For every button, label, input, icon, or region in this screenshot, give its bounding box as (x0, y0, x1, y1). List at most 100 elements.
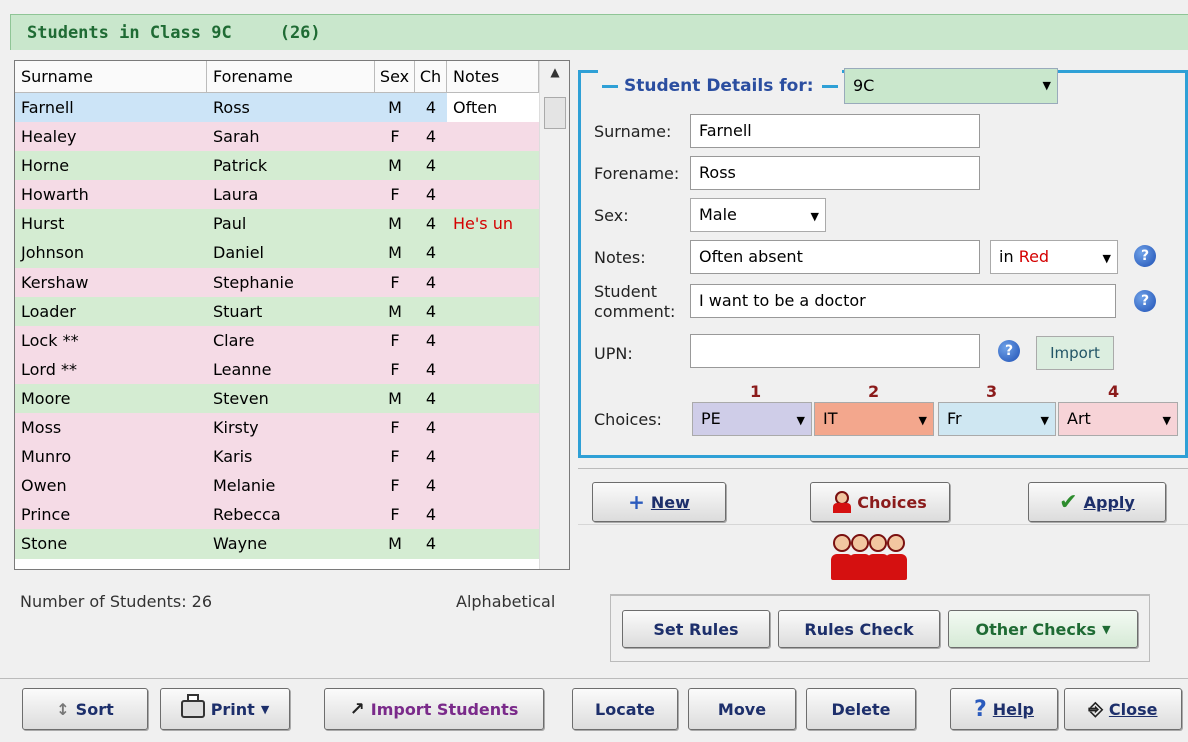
rules-check-label: Rules Check (804, 619, 914, 639)
forename-cell: Paul (213, 214, 247, 234)
chevron-down-icon: ▼ (260, 702, 270, 716)
sex-cell: M (388, 156, 402, 176)
other-checks-button[interactable]: Other Checks ▼ (948, 610, 1138, 648)
choices-button[interactable]: Choices (810, 482, 950, 522)
ch-cell: 4 (425, 301, 437, 321)
table-row[interactable]: Howarth Laura F 4 (15, 180, 539, 210)
move-button[interactable]: Move (688, 688, 796, 730)
choice-2-select[interactable]: IT ▼ (814, 402, 934, 436)
surname-cell: Moss (21, 418, 62, 438)
forename-label: Forename: (594, 164, 680, 183)
sex-label: Sex: (594, 206, 629, 225)
table-row[interactable]: Lock ** Clare F 4 (15, 325, 539, 355)
chevron-down-icon: ▼ (918, 414, 927, 427)
students-group-icon (831, 532, 908, 584)
surname-cell: Stone (21, 534, 68, 554)
choice-number-2: 2 (868, 382, 880, 401)
ch-cell: 4 (425, 272, 437, 292)
table-row[interactable]: Owen Melanie F 4 (15, 471, 539, 501)
upn-help-icon[interactable]: ? (998, 340, 1020, 362)
sort-button[interactable]: ↕ Sort (22, 688, 148, 730)
table-row[interactable]: Moss Kirsty F 4 (15, 413, 539, 443)
class-select[interactable]: 9C ▼ (844, 68, 1058, 104)
ch-cell: 4 (425, 243, 437, 263)
forename-cell: Stuart (213, 301, 263, 321)
locate-button[interactable]: Locate (572, 688, 678, 730)
notes-cell: He's un (453, 214, 513, 234)
choice-3-value: Fr (947, 409, 962, 428)
surname-cell: Hurst (21, 214, 65, 234)
table-row[interactable]: Hurst Paul M 4 He's un (15, 209, 539, 239)
table-row[interactable]: Moore Steven M 4 (15, 383, 539, 414)
print-button[interactable]: Print ▼ (160, 688, 290, 730)
list-scrollbar[interactable]: ▲ (539, 61, 569, 569)
table-row[interactable]: Munro Karis F 4 (15, 442, 539, 472)
notes-field[interactable]: Often absent (690, 240, 980, 274)
notes-help-icon[interactable]: ? (1134, 245, 1156, 267)
column-header-notes[interactable]: Notes (447, 61, 539, 92)
table-row[interactable]: Kershaw Stephanie F 4 (15, 267, 539, 297)
notes-cell (447, 442, 539, 471)
choice-1-select[interactable]: PE ▼ (692, 402, 812, 436)
surname-cell: Johnson (21, 243, 85, 263)
table-row[interactable]: Prince Rebecca F 4 (15, 500, 539, 530)
forename-cell: Steven (213, 388, 269, 408)
close-button-label: Close (1108, 699, 1158, 719)
sex-cell: F (390, 272, 400, 292)
notes-cell (447, 384, 539, 413)
delete-button[interactable]: Delete (806, 688, 916, 730)
chevron-down-icon: ▼ (1102, 252, 1111, 265)
column-header-sex[interactable]: Sex (375, 61, 415, 92)
surname-field[interactable]: Farnell (690, 114, 980, 148)
table-row[interactable]: Loader Stuart M 4 (15, 296, 539, 326)
notes-cell (447, 529, 539, 558)
ch-cell: 4 (425, 505, 437, 525)
close-button[interactable]: ⎆ Close (1064, 688, 1182, 730)
question-mark-icon: ? (974, 696, 987, 722)
new-button[interactable]: + New (592, 482, 726, 522)
comment-help-icon[interactable]: ? (1134, 290, 1156, 312)
notes-cell (447, 326, 539, 355)
sex-select[interactable]: Male ▼ (690, 198, 826, 232)
forename-cell: Melanie (213, 476, 276, 496)
table-row[interactable]: Healey Sarah F 4 (15, 122, 539, 152)
student-list-header: Surname Forename Sex Ch Notes (15, 61, 539, 93)
choice-number-4: 4 (1108, 382, 1120, 401)
chevron-down-icon: ▼ (796, 414, 805, 427)
choice-2-value: IT (823, 409, 838, 428)
apply-button[interactable]: ✔ Apply (1028, 482, 1166, 522)
upn-field[interactable] (690, 334, 980, 368)
column-header-surname[interactable]: Surname (15, 61, 207, 92)
chevron-down-icon: ▼ (1162, 414, 1171, 427)
import-upn-button[interactable]: Import (1036, 336, 1114, 370)
printer-icon (180, 694, 205, 718)
scroll-up-icon[interactable]: ▲ (540, 65, 569, 79)
sex-cell: F (390, 127, 400, 147)
table-row[interactable]: Stone Wayne M 4 (15, 529, 539, 559)
chevron-down-icon: ▼ (1042, 79, 1051, 92)
ch-cell: 4 (425, 388, 437, 408)
table-row[interactable]: Johnson Daniel M 4 (15, 238, 539, 268)
choice-4-select[interactable]: Art ▼ (1058, 402, 1178, 436)
forename-cell: Ross (213, 98, 250, 117)
plus-icon: + (628, 490, 645, 514)
notes-color-select[interactable]: in Red ▼ (990, 240, 1118, 274)
table-row[interactable]: Horne Patrick M 4 (15, 151, 539, 181)
column-header-forename[interactable]: Forename (207, 61, 375, 92)
notes-cell: Often (447, 93, 539, 123)
choice-4-value: Art (1067, 409, 1091, 428)
set-rules-button[interactable]: Set Rules (622, 610, 770, 648)
import-students-button[interactable]: ↗ Import Students (324, 688, 544, 730)
scroll-thumb[interactable] (544, 97, 566, 129)
student-comment-field[interactable]: I want to be a doctor (690, 284, 1116, 318)
chevron-down-icon: ▼ (810, 210, 819, 223)
forename-field[interactable]: Ross (690, 156, 980, 190)
table-row[interactable]: Farnell Ross M 4 Often (15, 93, 539, 123)
table-row[interactable]: Lord ** Leanne F 4 (15, 354, 539, 384)
choice-3-select[interactable]: Fr ▼ (938, 402, 1056, 436)
help-button[interactable]: ? Help (950, 688, 1058, 730)
student-list[interactable]: Surname Forename Sex Ch Notes Farnell Ros… (14, 60, 570, 570)
column-header-ch[interactable]: Ch (415, 61, 447, 92)
rules-check-button[interactable]: Rules Check (778, 610, 940, 648)
import-students-label: Import Students (370, 699, 519, 719)
